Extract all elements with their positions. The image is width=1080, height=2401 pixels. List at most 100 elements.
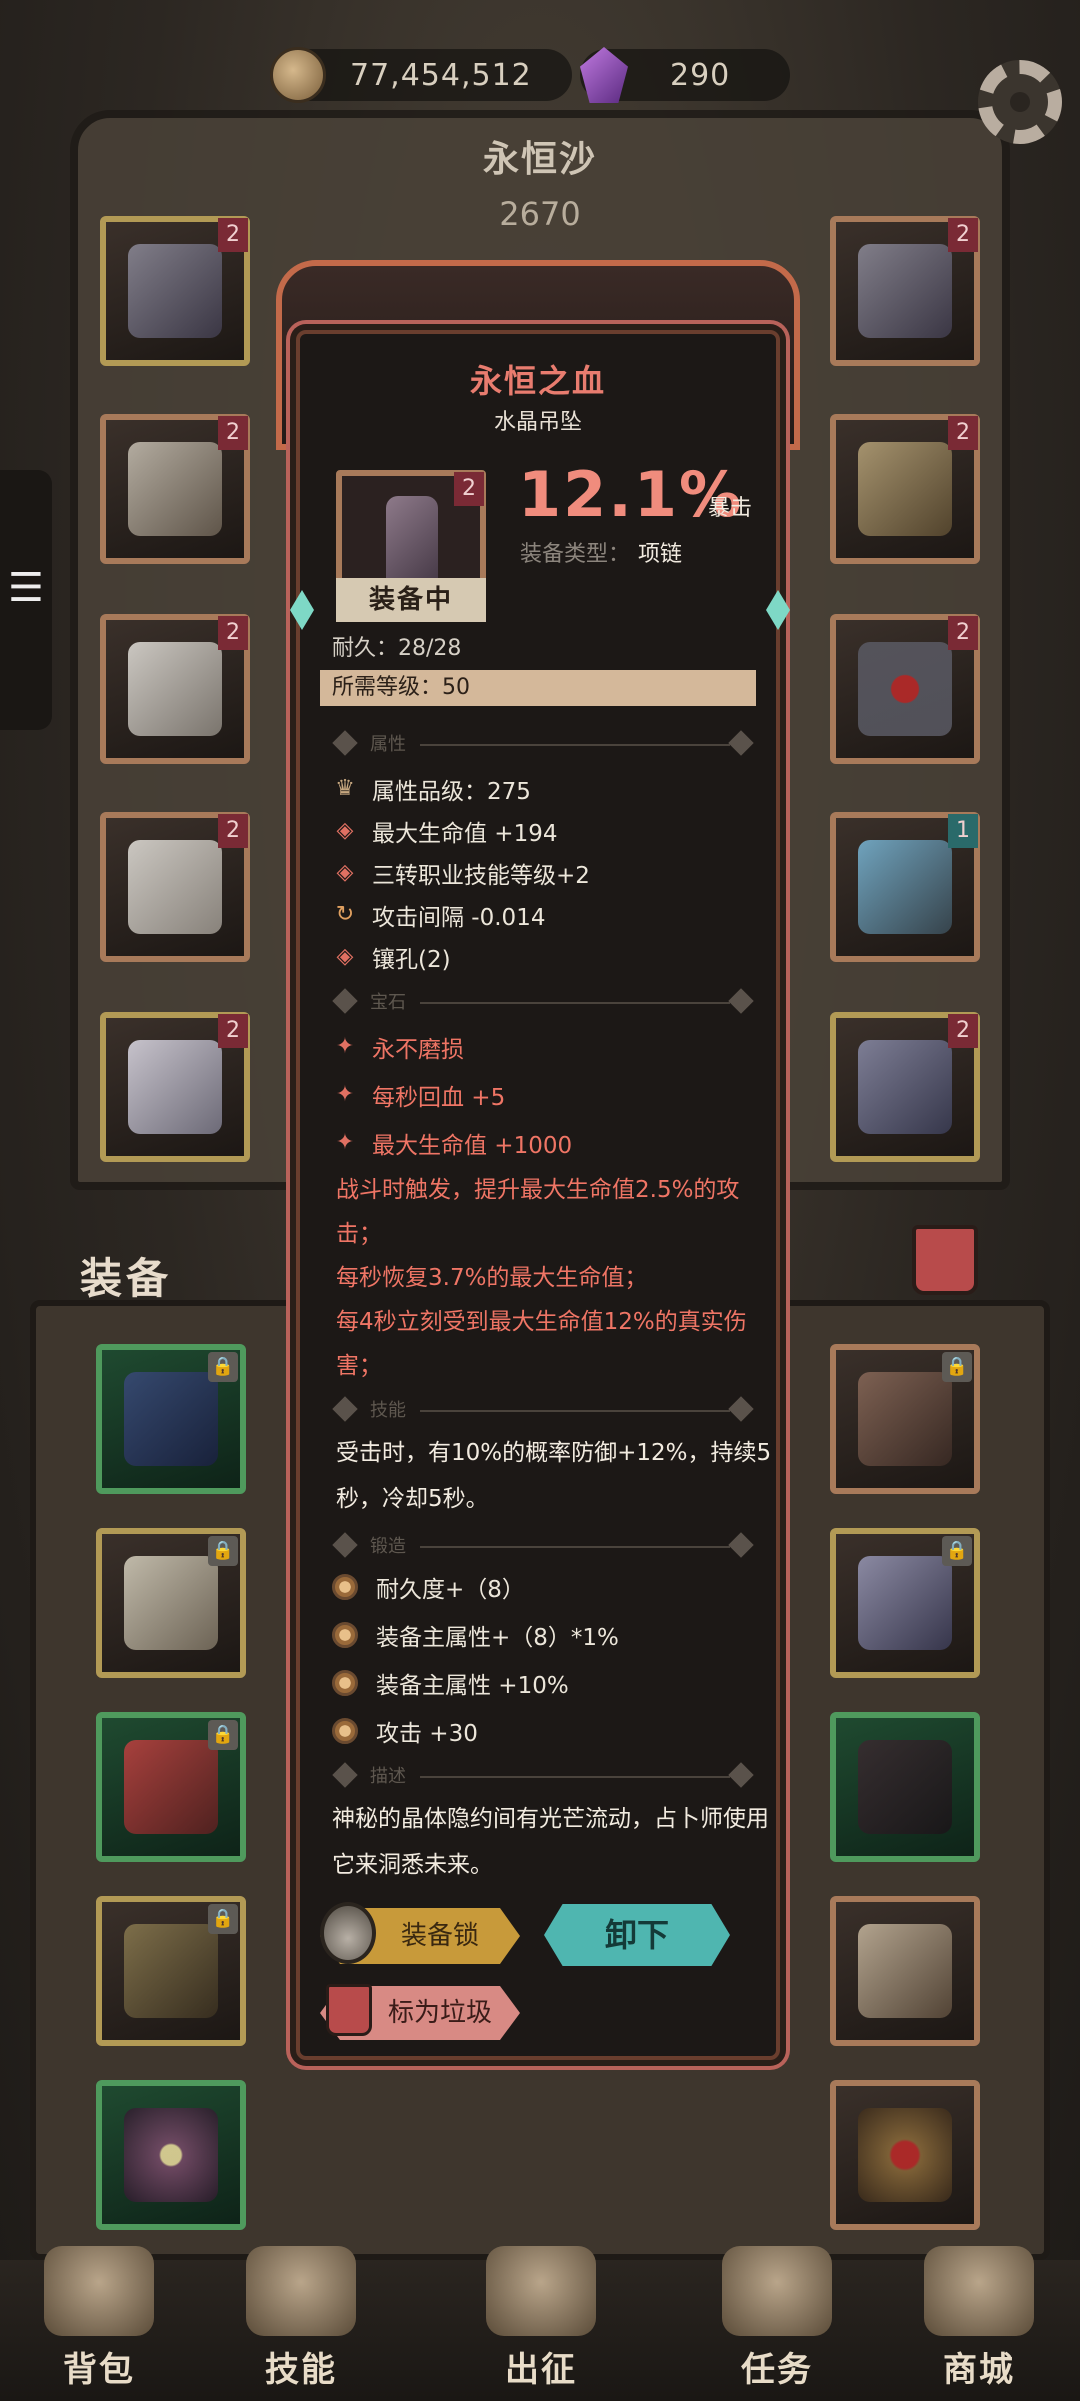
tier-badge: 2	[218, 416, 248, 450]
shop-crown-icon	[924, 2246, 1034, 2336]
divider	[420, 1410, 730, 1412]
gem-text: 每秒回血 +5	[372, 1085, 506, 1111]
forge-row: 装备主属性+（8）*1%	[332, 1618, 619, 1652]
nav-expedition[interactable]: 出征	[466, 2246, 616, 2391]
skill-book-icon	[246, 2246, 356, 2336]
quest-scroll-icon	[722, 2246, 832, 2336]
padlock-icon	[320, 1902, 376, 1964]
divider	[420, 1546, 730, 1548]
item-icon	[124, 1372, 218, 1466]
cycle-icon: ↻	[335, 902, 355, 927]
item-icon	[128, 442, 222, 536]
item-icon	[858, 244, 952, 338]
attr-row: ↻ 攻击间隔 -0.014	[332, 898, 546, 932]
section-description: 描述	[370, 1766, 406, 1787]
equip-slot-right-4[interactable]: 1	[830, 812, 980, 962]
equip-slot-left-3[interactable]: 2	[100, 614, 250, 764]
equip-slot-left-2[interactable]: 2	[100, 414, 250, 564]
nav-backpack[interactable]: 背包	[24, 2246, 174, 2391]
item-icon	[128, 840, 222, 934]
forge-text: 耐久度+（8）	[376, 1577, 525, 1603]
lock-icon: 🔒	[942, 1536, 972, 1566]
lock-icon: 🔒	[208, 1536, 238, 1566]
unequip-button[interactable]: 卸下	[544, 1904, 730, 1966]
inventory-slot[interactable]: 🔒	[96, 1344, 246, 1494]
gem-row: ✦ 最大生命值 +1000	[332, 1126, 572, 1160]
skill-text: 受击时，有10%的概率防御+12%，持续5秒，冷却5秒。	[336, 1440, 772, 1512]
equip-slot-left-1[interactable]: 2	[100, 216, 250, 366]
nav-skills[interactable]: 技能	[226, 2246, 376, 2391]
bottom-navigation: 背包 技能 出征 任务 商城	[0, 2246, 1080, 2401]
attr-text: 攻击间隔 -0.014	[372, 905, 546, 931]
divider	[420, 744, 730, 746]
attr-text: 三转职业技能等级+2	[372, 863, 590, 889]
equip-slot-left-4[interactable]: 2	[100, 812, 250, 962]
tier-badge: 2	[948, 1014, 978, 1048]
item-description: 神秘的晶体隐约间有光芒流动，占卜师使用它来洞悉未来。	[332, 1806, 769, 1878]
item-icon	[858, 1040, 952, 1134]
item-icon	[858, 1740, 952, 1834]
nav-shop[interactable]: 商城	[904, 2246, 1054, 2391]
equipment-type: 装备类型： 项链	[520, 536, 682, 568]
inventory-slot[interactable]	[96, 2080, 246, 2230]
item-icon	[124, 1556, 218, 1650]
item-name: 永恒之血	[469, 362, 606, 400]
lock-icon: 🔒	[208, 1352, 238, 1382]
equip-slot-right-3[interactable]: 2	[830, 614, 980, 764]
section-skill: 技能	[370, 1400, 406, 1421]
sparkle-icon: ✦	[335, 1130, 355, 1155]
trash-can-icon	[326, 1984, 372, 2036]
tier-badge: 2	[948, 218, 978, 252]
equipped-badge: 装备中	[336, 578, 486, 622]
diamond-icon: ◈	[336, 818, 354, 843]
inventory-slot[interactable]: 🔒	[96, 1712, 246, 1862]
tier-badge: 2	[218, 1014, 248, 1048]
coin-icon	[270, 47, 326, 103]
nav-label: 技能	[265, 2350, 337, 2390]
main-stat-name: 暴击	[708, 496, 753, 521]
inventory-slot[interactable]: 🔒	[830, 1528, 980, 1678]
map-scroll-icon	[486, 2246, 596, 2336]
inventory-slot[interactable]	[830, 1896, 980, 2046]
item-icon	[128, 1040, 222, 1134]
item-icon	[858, 2108, 952, 2202]
equip-slot-right-2[interactable]: 2	[830, 414, 980, 564]
equip-slot-left-5[interactable]: 2	[100, 1012, 250, 1162]
item-icon	[858, 442, 952, 536]
inventory-slot[interactable]: 🔒	[96, 1896, 246, 2046]
nav-label: 商城	[943, 2350, 1015, 2390]
equip-slot-right-1[interactable]: 2	[830, 216, 980, 366]
tier-badge: 1	[948, 814, 978, 848]
type-label: 装备类型：	[520, 542, 631, 567]
item-icon	[128, 244, 222, 338]
item-icon	[858, 1372, 952, 1466]
attr-row: ♛ 属性品级：275	[332, 772, 531, 806]
tab-equipment[interactable]: 装备	[80, 1245, 172, 1306]
lock-icon: 🔒	[208, 1904, 238, 1934]
inventory-slot[interactable]	[830, 2080, 980, 2230]
item-icon	[858, 642, 952, 736]
inventory-slot[interactable]	[830, 1712, 980, 1862]
forge-text: 攻击 +30	[376, 1721, 478, 1747]
gem-currency: 290	[580, 44, 791, 106]
trash-icon[interactable]	[912, 1225, 978, 1295]
equip-slot-right-5[interactable]: 2	[830, 1012, 980, 1162]
menu-toggle-icon[interactable]: ☰	[8, 568, 44, 608]
nav-label: 出征	[505, 2350, 577, 2390]
gold-currency: 77,454,512	[270, 44, 572, 106]
inventory-slot[interactable]: 🔒	[830, 1344, 980, 1494]
sparkle-icon: ✦	[335, 1034, 355, 1059]
lock-icon: 🔒	[942, 1352, 972, 1382]
required-level: 所需等级：50	[320, 670, 756, 706]
tier-badge: 2	[948, 416, 978, 450]
gem-text: 最大生命值 +1000	[372, 1133, 573, 1159]
tier-badge: 2	[218, 616, 248, 650]
section-forge: 锻造	[370, 1536, 406, 1557]
lock-icon: 🔒	[208, 1720, 238, 1750]
item-icon	[124, 1924, 218, 2018]
backpack-icon	[44, 2246, 154, 2336]
inventory-slot[interactable]: 🔒	[96, 1528, 246, 1678]
forge-text: 装备主属性+（8）*1%	[376, 1625, 619, 1651]
section-attributes: 属性	[370, 734, 406, 755]
nav-quests[interactable]: 任务	[702, 2246, 852, 2391]
